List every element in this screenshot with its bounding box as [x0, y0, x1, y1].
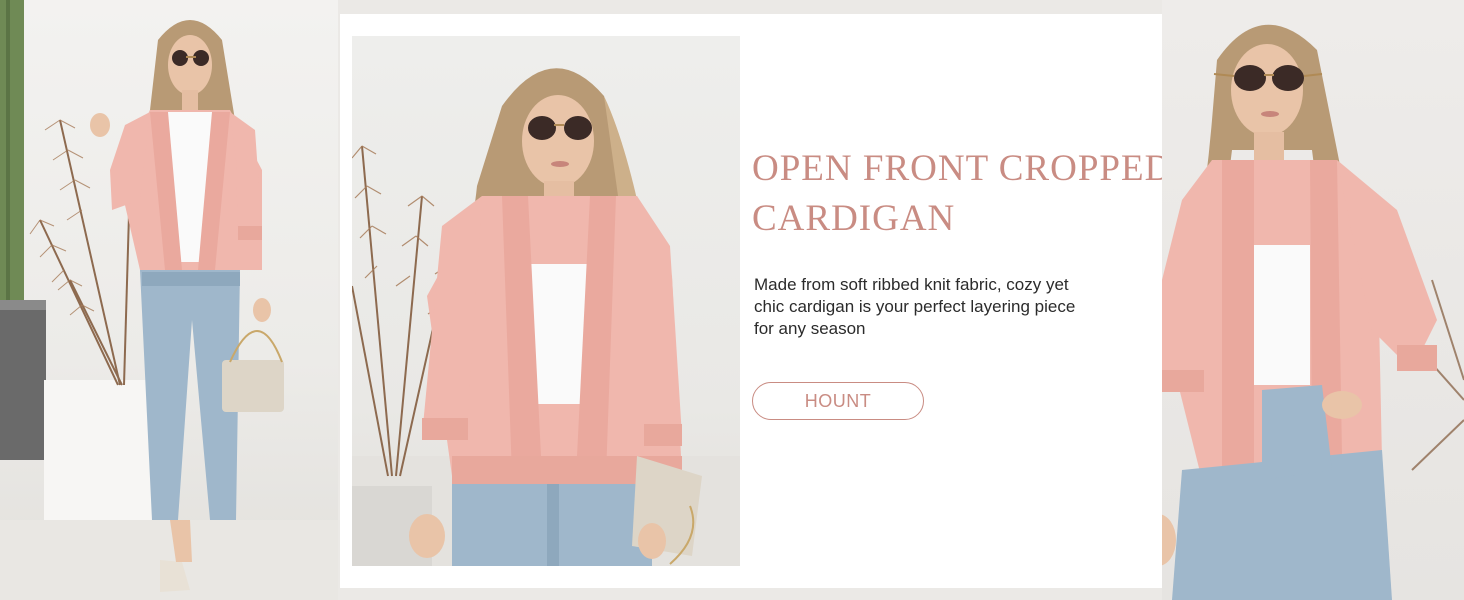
model-half-length-illustration	[1162, 24, 1464, 600]
model-photo-right	[1162, 0, 1464, 600]
model-photo-left	[0, 0, 338, 600]
model-photo-center	[352, 36, 740, 566]
model-closeup-illustration	[352, 68, 740, 566]
model-full-length-illustration	[0, 0, 338, 600]
product-headline: OPEN FRONT CROPPED CARDIGAN	[752, 144, 1172, 244]
headline-line-2: CARDIGAN	[752, 198, 956, 239]
headline-line-1: OPEN FRONT CROPPED	[752, 148, 1173, 189]
product-description: Made from soft ribbed knit fabric, cozy …	[754, 275, 1076, 338]
product-info-card: OPEN FRONT CROPPED CARDIGAN Made from so…	[340, 14, 1171, 588]
brand-button[interactable]: HOUNT	[752, 382, 924, 420]
product-banner: OPEN FRONT CROPPED CARDIGAN Made from so…	[0, 0, 1464, 600]
